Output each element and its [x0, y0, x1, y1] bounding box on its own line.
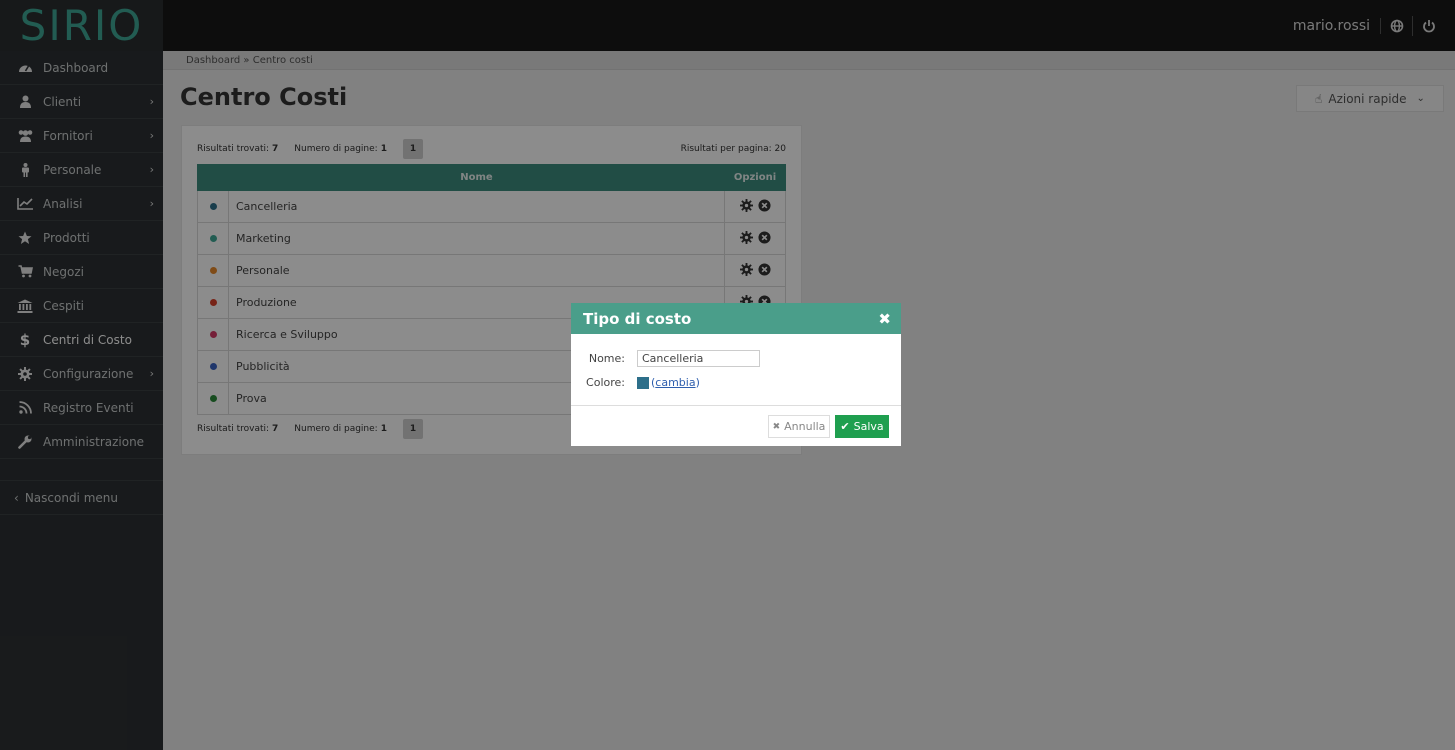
name-label: Nome:	[588, 352, 625, 365]
dialog-header: Tipo di costo ✖	[571, 303, 901, 334]
dialog-title: Tipo di costo	[583, 309, 692, 328]
cancel-button[interactable]: ✖ Annulla	[768, 415, 830, 438]
color-label: Colore:	[586, 376, 625, 389]
dialog-footer: ✖ Annulla ✔ Salva	[571, 405, 901, 446]
cancel-icon: ✖	[772, 421, 781, 432]
save-label: Salva	[853, 420, 884, 433]
close-icon[interactable]: ✖	[878, 310, 891, 328]
name-input[interactable]	[637, 350, 760, 367]
cost-type-dialog: Tipo di costo ✖ Nome: Colore: (cambia) ✖…	[571, 303, 901, 446]
change-color-link[interactable]: cambia	[655, 376, 695, 389]
color-swatch[interactable]	[637, 376, 649, 389]
cancel-label: Annulla	[784, 420, 826, 433]
name-row: Nome:	[571, 350, 760, 367]
save-button[interactable]: ✔ Salva	[835, 415, 889, 438]
check-icon: ✔	[840, 420, 850, 433]
paren-close: )	[695, 376, 700, 389]
color-row: Colore: (cambia)	[571, 376, 700, 389]
